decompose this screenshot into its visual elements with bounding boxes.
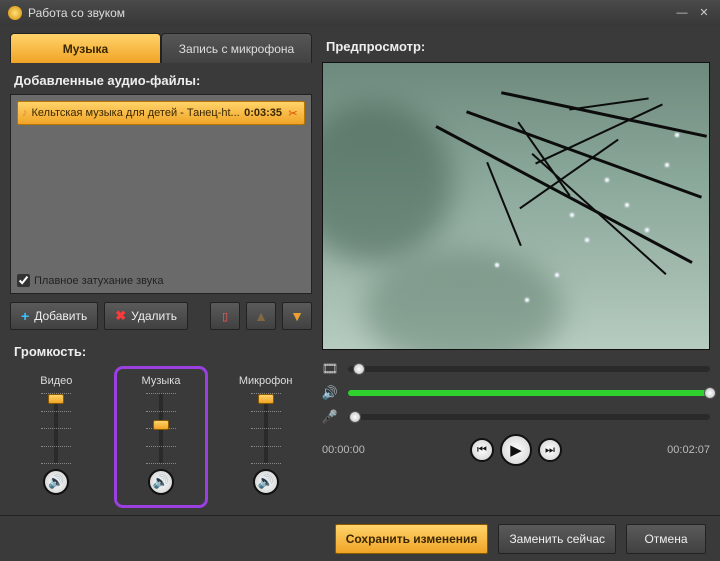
film-icon: 🎞 [322,361,338,377]
mic-level-slider[interactable] [348,414,710,420]
minimize-button[interactable]: — [674,6,690,20]
preview-heading: Предпросмотр: [322,33,710,62]
mic-icon: 🎤 [322,409,338,425]
time-total: 00:02:07 [667,444,710,456]
tab-microphone[interactable]: Запись с микрофона [161,33,312,63]
prev-button[interactable]: ⏮ [470,438,494,462]
fade-checkbox[interactable] [17,274,30,287]
file-list: ♪ Кельтская музыка для детей - Танец-ht.… [10,94,312,294]
file-remove-icon: ▯ [222,310,228,323]
play-button[interactable]: ▶ [500,434,532,466]
video-mute-button[interactable]: 🔊 [43,469,69,495]
volume-row: Видео 🔊 Музыка 🔊 [10,365,312,515]
sound-dialog: Работа со звуком — ✕ Музыка Запись с мик… [0,0,720,561]
delete-button[interactable]: ✖Удалить [104,302,188,330]
arrow-down-icon: ▼ [290,308,304,324]
move-down-button[interactable]: ▼ [282,302,312,330]
volume-video: Видео 🔊 [12,369,101,505]
titlebar: Работа со звуком — ✕ [0,0,720,25]
app-icon [8,6,22,20]
video-volume-slider[interactable] [47,393,65,463]
right-panel: Предпросмотр: [322,33,710,515]
mic-mute-button[interactable]: 🔊 [253,469,279,495]
volume-music: Музыка 🔊 [117,369,206,505]
fade-label: Плавное затухание звука [34,275,163,287]
preview-frame [323,63,709,349]
audio-level-slider[interactable] [348,390,710,396]
volume-mic: Микрофон 🔊 [221,369,310,505]
audio-file-item[interactable]: ♪ Кельтская музыка для детей - Танец-ht.… [17,101,305,125]
trim-icon[interactable]: ✂ [286,106,300,120]
move-up-button[interactable]: ▲ [246,302,276,330]
replace-now-button[interactable]: Заменить сейчас [498,524,616,554]
music-note-icon: ♪ [22,107,28,119]
audio-track-row: 🔊 [322,386,710,400]
playback-controls: ⏮ ▶ ⏭ [470,434,562,466]
time-current: 00:00:00 [322,444,365,456]
save-button[interactable]: Сохранить изменения [335,524,489,554]
cancel-button[interactable]: Отмена [626,524,706,554]
fade-checkbox-row[interactable]: Плавное затухание звука [17,274,163,287]
files-heading: Добавленные аудио-файлы: [10,63,312,94]
mic-track-row: 🎤 [322,410,710,424]
volume-heading: Громкость: [10,344,312,359]
mic-volume-slider[interactable] [257,393,275,463]
window-title: Работа со звуком [28,6,125,20]
file-name: Кельтская музыка для детей - Танец-ht... [32,107,241,119]
arrow-up-icon: ▲ [254,308,268,324]
speaker-icon: 🔊 [322,385,338,401]
close-button[interactable]: ✕ [696,6,712,20]
plus-icon: + [21,308,29,324]
video-position-slider[interactable] [348,366,710,372]
music-volume-slider[interactable] [152,393,170,463]
file-duration: 0:03:35 [244,107,282,119]
bottom-bar: Сохранить изменения Заменить сейчас Отме… [0,515,720,561]
next-button[interactable]: ⏭ [538,438,562,462]
tab-music[interactable]: Музыка [10,33,161,63]
music-mute-button[interactable]: 🔊 [148,469,174,495]
add-button[interactable]: +Добавить [10,302,98,330]
left-panel: Музыка Запись с микрофона Добавленные ау… [10,33,312,515]
x-icon: ✖ [115,308,126,324]
remove-file-button[interactable]: ▯ [210,302,240,330]
preview-viewport [322,62,710,350]
video-track-row: 🎞 [322,362,710,376]
